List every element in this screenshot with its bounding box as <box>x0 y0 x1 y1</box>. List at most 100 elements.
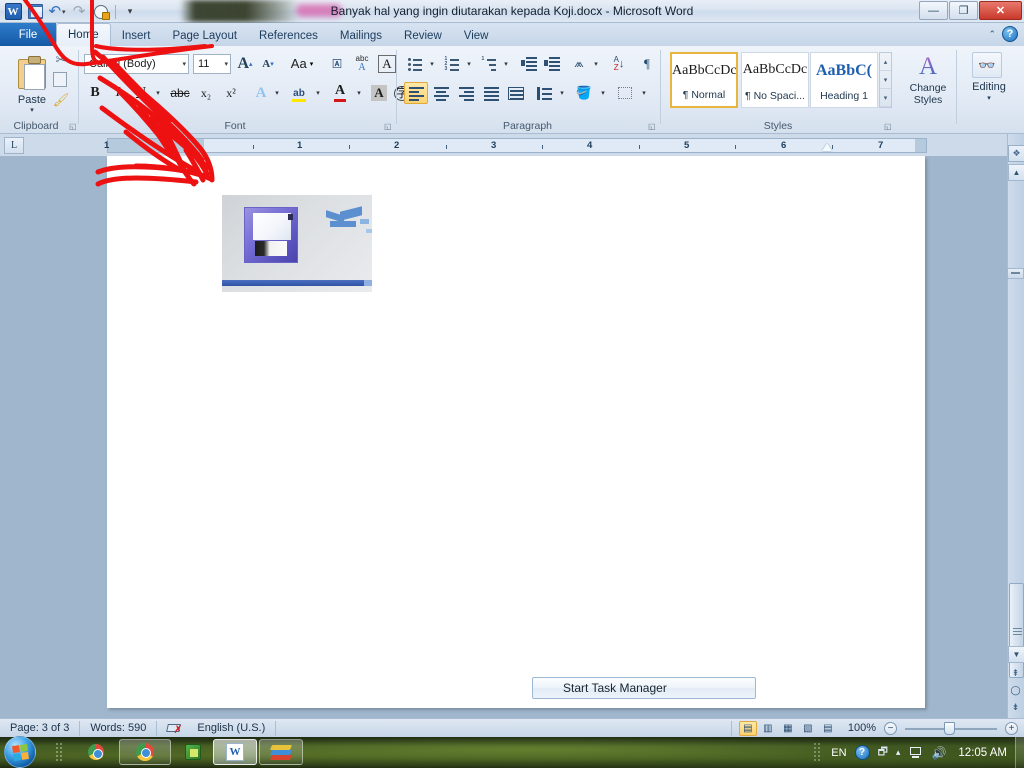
font-color-dropdown[interactable]: ▾ <box>353 82 365 104</box>
tab-references[interactable]: References <box>248 25 329 46</box>
superscript-button[interactable]: x² <box>219 82 243 104</box>
styles-gallery-scroll[interactable]: ▴ ▾ ▾ <box>879 52 892 108</box>
zoom-in-button[interactable]: + <box>1005 721 1018 735</box>
tray-extra-icon[interactable]: 🗗 <box>874 743 892 762</box>
font-color-button[interactable]: A <box>328 82 352 104</box>
minimize-button[interactable]: — <box>919 1 948 20</box>
document-page[interactable]: Start Task Manager <box>107 156 925 708</box>
tab-review[interactable]: Review <box>393 25 453 46</box>
sort-az-button[interactable]: AZ ↓ <box>608 53 630 74</box>
font-dialog-launcher[interactable]: ◱ <box>384 122 393 131</box>
zoom-slider[interactable] <box>897 721 1005 736</box>
bold-button[interactable]: B <box>84 82 106 104</box>
word-count[interactable]: Words: 590 <box>80 720 158 736</box>
right-indent-marker[interactable] <box>822 143 832 151</box>
text-highlight-button[interactable]: ab <box>287 82 311 104</box>
line-spacing-button[interactable] <box>534 82 556 104</box>
zoom-slider-thumb[interactable] <box>944 721 955 735</box>
split-window-box[interactable] <box>1007 268 1024 279</box>
zoom-out-button[interactable]: − <box>884 721 897 735</box>
tray-volume-button[interactable]: 🔊 <box>927 746 950 760</box>
underline-dropdown[interactable]: ▾ <box>152 82 164 104</box>
taskbar-item-green-app[interactable] <box>175 739 211 765</box>
start-button[interactable] <box>4 736 36 768</box>
bullets-button[interactable] <box>404 53 426 74</box>
change-case-button[interactable]: Aa ▾ <box>285 53 319 74</box>
editing-button[interactable]: 👓 <box>972 52 1002 78</box>
distributed-button[interactable] <box>504 82 528 104</box>
next-page-button[interactable]: ⇟ <box>1007 699 1024 716</box>
tab-mailings[interactable]: Mailings <box>329 25 393 46</box>
scrollbar-thumb[interactable] <box>1009 583 1024 678</box>
scroll-down-button[interactable]: ▼ <box>1008 646 1024 663</box>
select-browse-object-top[interactable]: ❖ <box>1008 145 1024 162</box>
text-effects-button[interactable]: A <box>250 82 272 104</box>
clear-formatting-button[interactable]: 🄰 <box>325 53 349 74</box>
phonetic-guide-button[interactable]: abc A <box>350 53 374 74</box>
restore-button[interactable]: ❐ <box>949 1 978 20</box>
previous-page-button[interactable]: ⇞ <box>1007 665 1024 682</box>
close-button[interactable]: ✕ <box>979 1 1022 20</box>
show-desktop-button[interactable] <box>1015 737 1024 768</box>
align-center-button[interactable] <box>429 82 453 104</box>
tab-home[interactable]: Home <box>56 23 111 46</box>
font-name-combo[interactable]: Calibri (Body) ▾ <box>84 54 189 74</box>
view-draft[interactable]: ▤ <box>819 721 837 736</box>
view-outline[interactable]: ▧ <box>799 721 817 736</box>
tab-view[interactable]: View <box>453 25 500 46</box>
multilevel-list-button[interactable]: 1 <box>478 53 500 74</box>
editing-dropdown-icon[interactable]: ▾ <box>958 94 1020 102</box>
cut-button[interactable]: ✂ <box>51 51 71 69</box>
grow-font-button[interactable]: A ▴ <box>234 53 256 74</box>
align-right-button[interactable] <box>454 82 478 104</box>
tab-stop-selector[interactable]: L <box>4 137 24 154</box>
taskbar-grip[interactable] <box>55 742 63 763</box>
start-task-manager-button[interactable]: Start Task Manager <box>532 677 756 699</box>
page-indicator[interactable]: Page: 3 of 3 <box>0 720 81 736</box>
view-web-layout[interactable]: ▦ <box>779 721 797 736</box>
shrink-font-button[interactable]: A ▾ <box>257 53 279 74</box>
vertical-scrollbar[interactable]: ❖ ▲ ▼ ⇞ ◯ ⇟ <box>1007 134 1024 718</box>
view-print-layout[interactable]: ▤ <box>738 720 757 736</box>
paste-dropdown-icon[interactable]: ▾ <box>8 106 56 114</box>
copy-button[interactable] <box>51 71 71 89</box>
paste-button[interactable] <box>12 54 52 94</box>
character-border-button[interactable]: A <box>376 53 398 74</box>
taskbar-item-word[interactable]: W <box>213 739 257 765</box>
taskbar-item-chrome-window[interactable] <box>119 739 171 765</box>
underline-button[interactable]: U <box>130 82 152 104</box>
style-heading-1[interactable]: AaBbC( Heading 1 <box>810 52 878 108</box>
align-left-button[interactable] <box>404 82 428 104</box>
tray-network-button[interactable] <box>904 746 927 759</box>
clipboard-dialog-launcher[interactable]: ◱ <box>69 122 78 131</box>
font-size-combo[interactable]: 11 ▾ <box>193 54 231 74</box>
sort-dropdown[interactable]: ▾ <box>590 53 602 74</box>
italic-button[interactable]: I <box>107 82 129 104</box>
tray-help-button[interactable]: ? <box>851 745 874 760</box>
multilevel-dropdown[interactable]: ▾ <box>500 53 512 74</box>
styles-scroll-down-icon[interactable]: ▾ <box>880 71 891 89</box>
change-styles-button[interactable]: A <box>910 52 946 80</box>
sort-button[interactable]: ⩕ <box>568 53 590 74</box>
tray-grip[interactable] <box>813 742 822 763</box>
character-shading-button[interactable]: A <box>368 82 390 104</box>
save-button-closeup-screenshot[interactable] <box>222 195 372 292</box>
tab-file[interactable]: File <box>0 23 56 46</box>
decrease-indent-button[interactable] <box>518 53 540 74</box>
collapse-ribbon-icon[interactable]: ⌃ <box>988 29 996 40</box>
bullets-dropdown[interactable]: ▾ <box>426 53 438 74</box>
tab-insert[interactable]: Insert <box>111 25 162 46</box>
taskbar-item-books-app[interactable] <box>259 739 303 765</box>
strikethrough-button[interactable]: abc <box>167 82 193 104</box>
clock[interactable]: 12:05 AM <box>950 747 1015 759</box>
paragraph-shading-button[interactable]: 🪣 <box>572 82 596 104</box>
tray-overflow-button[interactable]: ▴ <box>892 747 905 758</box>
format-painter-button[interactable]: 🖌 <box>51 91 71 109</box>
taskbar-item-chrome-pinned[interactable] <box>78 739 114 765</box>
text-effects-dropdown[interactable]: ▾ <box>271 82 283 104</box>
select-browse-object-button[interactable]: ◯ <box>1007 682 1024 699</box>
paragraph-dialog-launcher[interactable]: ◱ <box>648 122 657 131</box>
numbering-dropdown[interactable]: ▾ <box>463 53 475 74</box>
zoom-level[interactable]: 100% <box>848 722 876 734</box>
borders-button[interactable] <box>613 82 637 104</box>
